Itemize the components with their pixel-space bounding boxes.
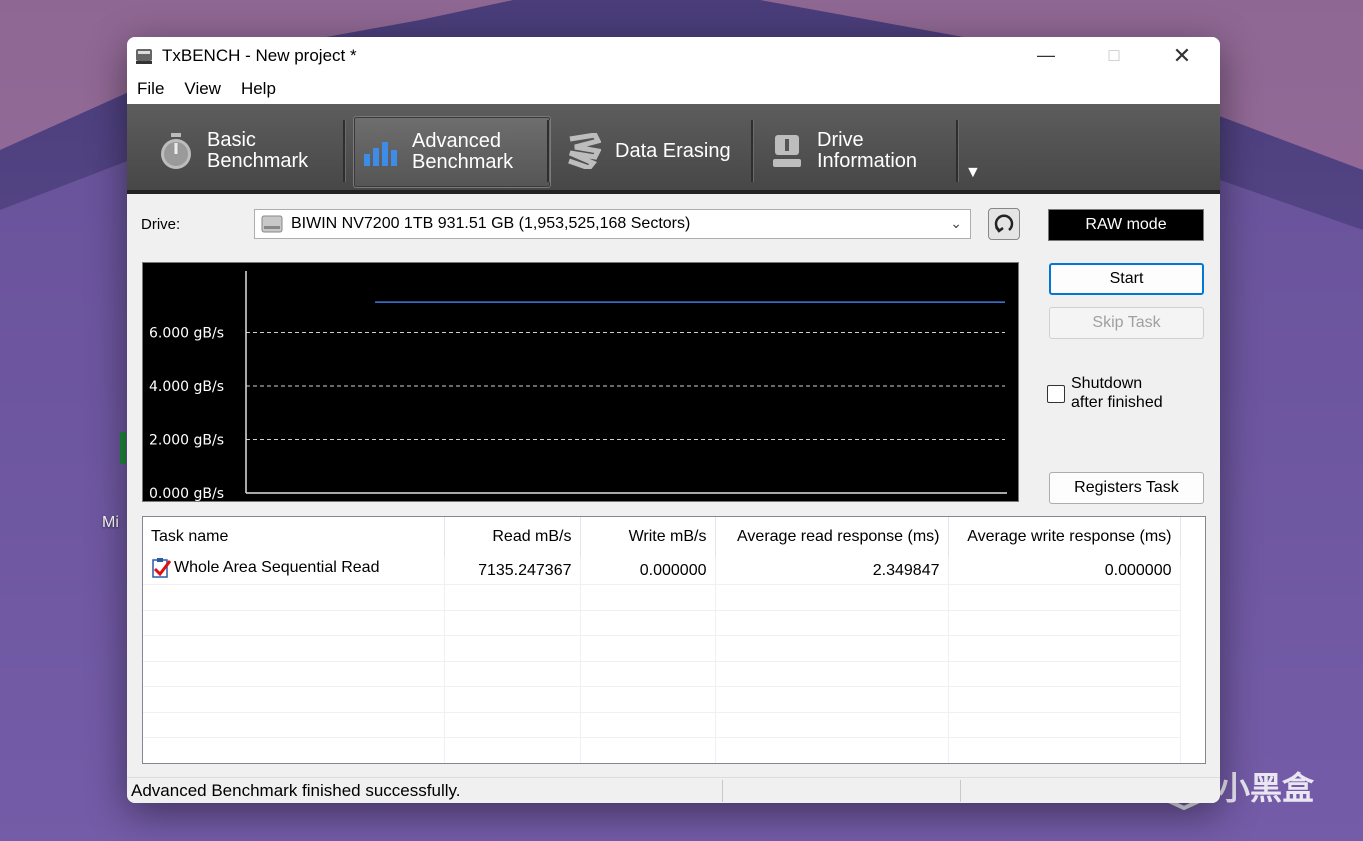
task-check-icon — [152, 558, 171, 578]
read-value: 7135.247367 — [444, 557, 581, 585]
avg-write-value: 0.000000 — [948, 557, 1181, 585]
refresh-icon — [994, 214, 1014, 233]
maximize-button[interactable]: □ — [1081, 37, 1147, 74]
desktop-icon-green[interactable] — [120, 432, 126, 464]
menu-file[interactable]: File — [137, 79, 164, 99]
tab-erasing-label: Data Erasing — [615, 139, 731, 162]
chart-y-tick-label: 6.000 gB/s — [149, 326, 224, 342]
menu-bar: File View Help — [127, 74, 1220, 104]
skip-task-button[interactable]: Skip Task — [1049, 307, 1204, 339]
avg-read-value: 2.349847 — [715, 557, 949, 585]
chevron-down-icon: ⌄ — [950, 215, 962, 231]
tab-basic-label: Basic Benchmark — [207, 129, 309, 172]
chart-y-tick-label: 4.000 gB/s — [149, 379, 224, 395]
shutdown-checkbox[interactable] — [1047, 385, 1065, 403]
column-header-task-name[interactable]: Task name — [143, 517, 445, 557]
status-text: Advanced Benchmark finished successfully… — [131, 781, 461, 800]
start-button[interactable]: Start — [1049, 263, 1204, 295]
tab-advanced-benchmark[interactable]: Advanced Benchmark — [353, 116, 551, 188]
menu-help[interactable]: Help — [241, 79, 276, 99]
table-row — [143, 610, 1181, 636]
raw-mode-indicator: RAW mode — [1048, 209, 1204, 241]
table-row — [143, 712, 1181, 738]
table-row — [143, 737, 1181, 763]
status-separator — [722, 780, 723, 802]
window-title: TxBENCH - New project * — [162, 45, 357, 65]
tab-basic-benchmark[interactable]: Basic Benchmark — [141, 116, 359, 186]
chart-svg: 0.000 gB/s 2.000 gB/s 4.000 gB/s 6.000 gB/s — [149, 271, 1007, 501]
status-separator — [960, 780, 961, 802]
drive-info-icon — [773, 135, 801, 167]
task-name: Whole Area Sequential Read — [174, 559, 380, 576]
write-value: 0.000000 — [580, 557, 716, 585]
app-disk-icon — [136, 48, 152, 64]
minimize-button[interactable]: — — [1013, 37, 1079, 74]
more-tabs-arrow-icon[interactable]: ▼ — [965, 164, 981, 182]
table-row — [143, 661, 1181, 687]
shutdown-label: Shutdown after finished — [1071, 375, 1163, 411]
column-header-avg-read[interactable]: Average read response (ms) — [715, 517, 949, 557]
chart-y-tick-label: 0.000 gB/s — [149, 486, 224, 501]
benchmark-chart: 0.000 gB/s 2.000 gB/s 4.000 gB/s 6.000 gB/s — [142, 262, 1019, 502]
tab-drive-label: Drive Information — [817, 129, 918, 172]
task-name-cell: Whole Area Sequential Read — [143, 557, 445, 585]
tab-separator — [956, 120, 959, 182]
app-window: TxBENCH - New project * — □ ✕ File View … — [127, 37, 1220, 803]
column-header-read[interactable]: Read mB/s — [444, 517, 581, 557]
table-row — [143, 686, 1181, 713]
menu-view[interactable]: View — [184, 79, 221, 99]
chart-y-tick-label: 2.000 gB/s — [149, 433, 224, 449]
disk-icon — [261, 215, 283, 233]
tab-separator — [751, 120, 754, 182]
status-bar: Advanced Benchmark finished successfully… — [127, 777, 1220, 803]
drive-select[interactable]: BIWIN NV7200 1TB 931.51 GB (1,953,525,16… — [254, 209, 971, 239]
stopwatch-icon — [161, 133, 191, 169]
table-row — [143, 584, 1181, 611]
results-table: Task name Read mB/s Write mB/s Average r… — [142, 516, 1206, 764]
tab-advanced-label: Advanced Benchmark — [412, 130, 514, 173]
shutdown-option[interactable]: Shutdown after finished — [1047, 374, 1163, 412]
tab-data-erasing[interactable]: Data Erasing — [555, 116, 763, 186]
tab-separator — [547, 120, 550, 182]
title-bar[interactable]: TxBENCH - New project * — □ ✕ — [127, 37, 1220, 74]
drive-label: Drive: — [141, 216, 181, 233]
drive-select-value: BIWIN NV7200 1TB 931.51 GB (1,953,525,16… — [291, 215, 691, 232]
main-toolbar: Basic Benchmark Advanced Benchmark Data … — [127, 104, 1220, 194]
column-header-avg-write[interactable]: Average write response (ms) — [948, 517, 1181, 557]
table-header-row: Task name Read mB/s Write mB/s Average r… — [143, 517, 1181, 557]
watermark-text: 小黑盒 — [1218, 770, 1315, 806]
tab-separator — [343, 120, 346, 182]
table-row — [143, 635, 1181, 662]
desktop-icon-label[interactable]: Mi — [102, 514, 119, 532]
close-button[interactable]: ✕ — [1149, 37, 1215, 74]
bar-chart-icon — [364, 142, 397, 166]
table-row[interactable]: Whole Area Sequential Read 7135.247367 0… — [143, 557, 1181, 585]
eraser-icon — [568, 133, 601, 169]
refresh-drives-button[interactable] — [988, 208, 1020, 240]
column-header-write[interactable]: Write mB/s — [580, 517, 716, 557]
tab-drive-information[interactable]: Drive Information — [759, 116, 967, 186]
registers-task-button[interactable]: Registers Task — [1049, 472, 1204, 504]
